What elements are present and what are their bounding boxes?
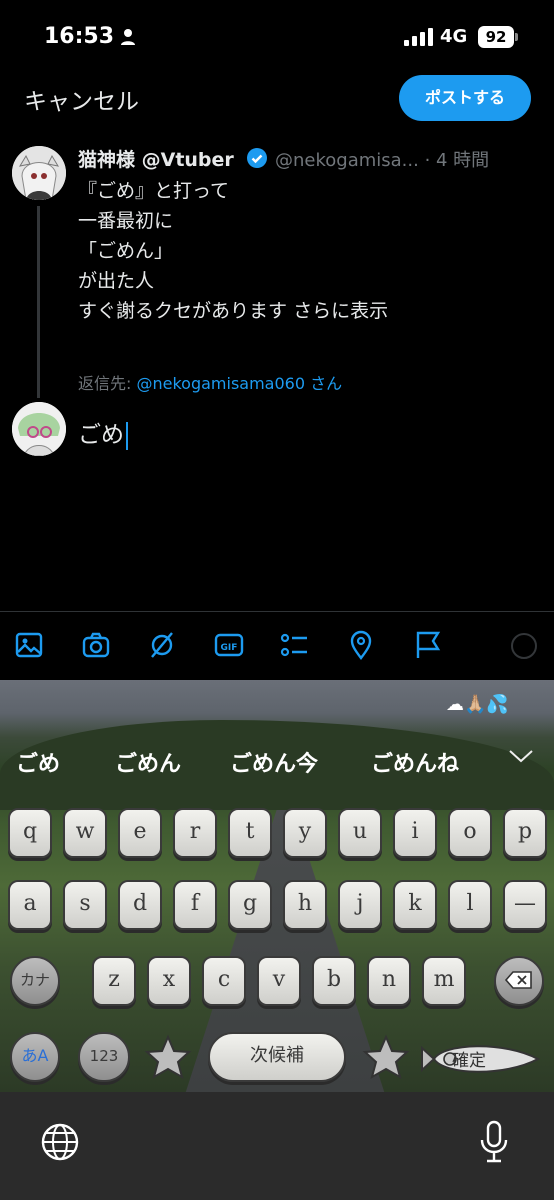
battery-tip — [515, 33, 518, 41]
key-j[interactable]: j — [338, 880, 382, 930]
candidate[interactable]: ごめん今 — [230, 746, 318, 778]
space-next-candidate-key[interactable]: 次候補 — [208, 1032, 346, 1082]
backspace-icon — [504, 971, 532, 989]
tweet-line: が出た人 — [78, 270, 155, 292]
chevron-down-icon[interactable] — [508, 748, 534, 764]
key-k[interactable]: k — [393, 880, 437, 930]
handle-time: @nekogamisa... · 4 時間 — [275, 150, 490, 171]
keyboard-bottom-bar — [0, 1092, 554, 1200]
key-r[interactable]: r — [173, 808, 217, 858]
reply-prefix: 返信先: — [78, 374, 137, 393]
candidate[interactable]: ごめんね — [371, 746, 459, 778]
key-c[interactable]: c — [202, 956, 246, 1006]
avatar-illustration — [12, 402, 66, 456]
progress-ring — [511, 633, 537, 659]
microphone-icon[interactable] — [478, 1120, 510, 1164]
key-d[interactable]: d — [118, 880, 162, 930]
key-x[interactable]: x — [147, 956, 191, 1006]
key-s[interactable]: s — [63, 880, 107, 930]
key-v[interactable]: v — [257, 956, 301, 1006]
weather-emoji-strip: ☁🙏🏼💦 — [446, 694, 509, 715]
key-g[interactable]: g — [228, 880, 272, 930]
gif-picker-icon[interactable] — [147, 630, 177, 660]
svg-text:GIF: GIF — [221, 643, 238, 653]
key-l[interactable]: l — [448, 880, 492, 930]
key-i[interactable]: i — [393, 808, 437, 858]
poll-icon[interactable] — [279, 630, 309, 660]
kana-toggle-key[interactable]: カナ — [10, 956, 60, 1006]
delete-key[interactable] — [494, 956, 544, 1006]
avatar[interactable] — [12, 146, 66, 200]
tweet-text: すぐ謝るクセがあります — [78, 300, 288, 322]
key-u[interactable]: u — [338, 808, 382, 858]
display-name[interactable]: 猫神様 @Vtuber — [78, 145, 234, 172]
avatar-illustration — [12, 146, 66, 200]
star-emoji-key-icon[interactable] — [362, 1034, 410, 1080]
compose-input[interactable]: ごめ — [78, 415, 128, 450]
key-h[interactable]: h — [283, 880, 327, 930]
key-z[interactable]: z — [92, 956, 136, 1006]
candidate[interactable]: ごめん — [115, 746, 181, 778]
post-button[interactable]: ポストする — [399, 75, 531, 121]
show-more-link[interactable]: さらに表示 — [293, 300, 388, 322]
gif-icon[interactable]: GIF — [214, 630, 244, 660]
tweet-line: 『ごめ』と打って — [78, 180, 230, 202]
key-p[interactable]: p — [503, 808, 547, 858]
signal-icon — [404, 28, 433, 46]
location-icon[interactable] — [346, 630, 376, 660]
enter-key-label: 確定 — [452, 1051, 486, 1071]
person-icon — [121, 29, 135, 45]
image-icon[interactable] — [14, 630, 44, 660]
toolbar-divider — [0, 611, 554, 612]
tweet-line-last: すぐ謝るクセがあります さらに表示 — [78, 296, 388, 323]
key-b[interactable]: b — [312, 956, 356, 1006]
numbers-key[interactable]: 123 — [78, 1032, 130, 1082]
key-q[interactable]: q — [8, 808, 52, 858]
key-n[interactable]: n — [367, 956, 411, 1006]
cancel-button[interactable]: キャンセル — [24, 82, 139, 116]
text-caret — [126, 421, 128, 450]
star-emoji-key-icon[interactable] — [144, 1034, 192, 1080]
camera-icon[interactable] — [81, 630, 111, 660]
compose-text: ごめ — [78, 422, 124, 448]
key-f[interactable]: f — [173, 880, 217, 930]
input-mode-key[interactable]: あA — [10, 1032, 60, 1082]
tweet-line: 「ごめん」 — [78, 240, 174, 262]
reply-to: 返信先: @nekogamisama060 さん — [78, 370, 342, 394]
reply-suffix: さん — [305, 374, 343, 393]
key-t[interactable]: t — [228, 808, 272, 858]
flag-icon[interactable] — [413, 630, 443, 660]
network-type: 4G — [440, 26, 468, 47]
thread-line — [37, 206, 40, 398]
status-time: 16:53 — [44, 24, 115, 49]
globe-icon[interactable] — [40, 1122, 80, 1162]
battery-indicator: 92 — [478, 26, 514, 48]
key-dash[interactable]: — — [503, 880, 547, 930]
my-avatar[interactable] — [12, 402, 66, 456]
key-e[interactable]: e — [118, 808, 162, 858]
verified-badge-icon — [247, 148, 267, 168]
key-y[interactable]: y — [283, 808, 327, 858]
candidate[interactable]: ごめ — [16, 746, 60, 778]
tweet-line: 一番最初に — [78, 210, 174, 232]
key-m[interactable]: m — [422, 956, 466, 1006]
key-w[interactable]: w — [63, 808, 107, 858]
reply-target-link[interactable]: @nekogamisama060 — [136, 374, 305, 393]
key-a[interactable]: a — [8, 880, 52, 930]
key-o[interactable]: o — [448, 808, 492, 858]
